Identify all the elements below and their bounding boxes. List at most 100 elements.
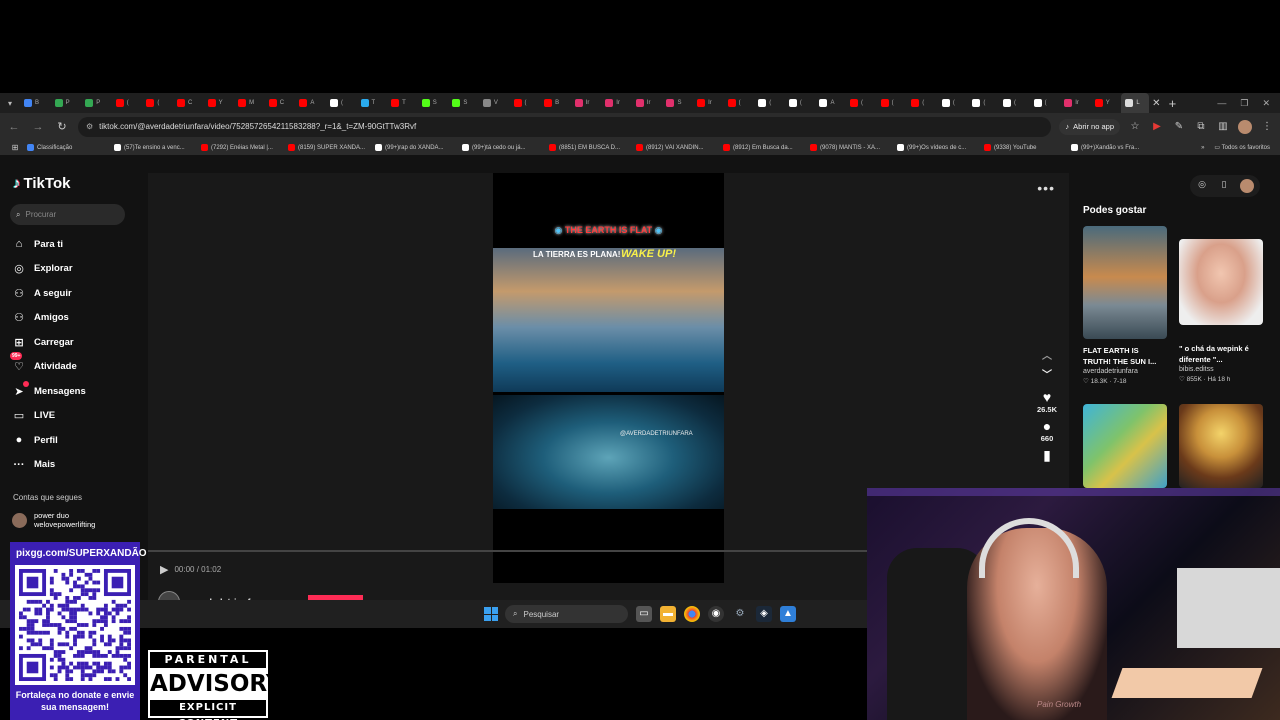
browser-tab[interactable]: (: [907, 93, 938, 113]
bookmark-item[interactable]: (99+)Os vídeos de c...: [897, 144, 977, 151]
video-frame[interactable]: ◉ THE EARTH IS FLAT ◉ LA TIERRA ES PLANA…: [493, 173, 724, 583]
bookmark-star-icon[interactable]: ☆: [1128, 120, 1142, 134]
nav-item-live[interactable]: ▭ LIVE: [12, 404, 86, 429]
bookmark-item[interactable]: (8159) SUPER XANDÃ...: [288, 144, 368, 151]
bookmark-item[interactable]: (57)Te ensino a venc...: [114, 144, 194, 151]
bookmark-item[interactable]: Classificação: [27, 144, 107, 151]
sidebar-icon[interactable]: ▥: [1216, 120, 1230, 134]
open-in-app-button[interactable]: ♪ Abrir no app: [1059, 118, 1120, 135]
nav-item-atividade[interactable]: ♡ 99+ Atividade: [10, 352, 86, 380]
browser-tab[interactable]: Ir: [601, 93, 632, 113]
browser-tab[interactable]: (: [1030, 93, 1061, 113]
browser-tab[interactable]: A: [815, 93, 846, 113]
browser-tab[interactable]: Y: [1091, 93, 1122, 113]
browser-tab[interactable]: (: [877, 93, 908, 113]
profile-avatar[interactable]: [1240, 179, 1254, 193]
comment-button[interactable]: ● 660: [1030, 418, 1064, 443]
browser-tab[interactable]: M: [234, 93, 265, 113]
chrome-icon[interactable]: [684, 606, 700, 622]
reload-icon[interactable]: ↻: [54, 120, 70, 133]
browser-tab[interactable]: (: [968, 93, 999, 113]
bookmark-item[interactable]: (8851) EM BUSCA D...: [549, 144, 629, 151]
bookmark-item[interactable]: (8912) Em Busca da...: [723, 144, 803, 151]
browser-tab[interactable]: P: [81, 93, 112, 113]
browser-tab[interactable]: P: [51, 93, 82, 113]
extension-icon[interactable]: ✎: [1172, 120, 1186, 134]
browser-tab[interactable]: (: [999, 93, 1030, 113]
nav-item-a-seguir[interactable]: ⚇ A seguir: [12, 281, 86, 306]
browser-tab[interactable]: C: [173, 93, 204, 113]
next-video-icon[interactable]: ﹀: [1042, 366, 1052, 381]
browser-tab[interactable]: Y: [204, 93, 235, 113]
phone-icon[interactable]: ▯: [1218, 179, 1230, 191]
previous-video-icon[interactable]: ︿: [1042, 347, 1052, 362]
browser-tab[interactable]: V: [479, 93, 510, 113]
nav-item-para-ti[interactable]: ⌂ Para ti: [12, 232, 86, 257]
site-info-icon[interactable]: ⚙: [86, 122, 93, 131]
new-tab-button[interactable]: +: [1163, 96, 1181, 111]
tab-search-icon[interactable]: ▾: [0, 93, 20, 113]
rec-thumbnail[interactable]: [1179, 404, 1263, 488]
more-options-icon[interactable]: •••: [1037, 180, 1055, 196]
nav-item-perfil[interactable]: ● Perfil: [12, 428, 86, 453]
browser-tab[interactable]: (: [938, 93, 969, 113]
extensions-puzzle-icon[interactable]: ⧉: [1194, 120, 1208, 134]
bookmark-item[interactable]: (9338) YouTube: [984, 144, 1064, 151]
browser-tab[interactable]: S: [448, 93, 479, 113]
forward-icon[interactable]: →: [30, 121, 46, 133]
rec-thumbnail[interactable]: [1083, 226, 1167, 339]
rec-card[interactable]: [1179, 404, 1263, 488]
browser-tab[interactable]: T: [387, 93, 418, 113]
nav-item-mais[interactable]: ··· Mais: [12, 453, 86, 478]
video-progress-bar[interactable]: [148, 550, 869, 552]
browser-tab[interactable]: (: [112, 93, 143, 113]
task-view-icon[interactable]: ▭: [636, 606, 652, 622]
nav-item-carregar[interactable]: ⊞ Carregar: [12, 330, 86, 355]
bookmark-item[interactable]: (99+)Xandão vs Fra...: [1071, 144, 1151, 151]
address-bar[interactable]: ⚙ tiktok.com/@averdadetriunfara/video/75…: [78, 116, 1052, 137]
browser-tab[interactable]: Ir: [693, 93, 724, 113]
bookmark-item[interactable]: (8912) VAI XANDIN...: [636, 144, 716, 151]
browser-tab[interactable]: (: [846, 93, 877, 113]
tiktok-logo[interactable]: ♪ TikTok: [13, 175, 70, 192]
like-button[interactable]: ♥ 26.5K: [1030, 389, 1064, 414]
browser-tab[interactable]: S: [418, 93, 449, 113]
windows-start-icon[interactable]: [484, 607, 498, 621]
rec-author[interactable]: averdadetriunfara: [1083, 368, 1167, 375]
search-input[interactable]: ⌕ Procurar: [10, 204, 125, 225]
browser-tab[interactable]: T: [357, 93, 388, 113]
browser-tab[interactable]: (: [724, 93, 755, 113]
save-button[interactable]: ▮: [1030, 447, 1064, 464]
browser-tab[interactable]: (: [510, 93, 541, 113]
obs-icon[interactable]: ◉: [708, 606, 724, 622]
apps-grid-icon[interactable]: ⊞: [8, 141, 22, 155]
browser-tab[interactable]: Ir: [571, 93, 602, 113]
browser-menu-icon[interactable]: ⋮: [1260, 120, 1274, 134]
minimize-icon[interactable]: —: [1217, 98, 1226, 109]
bookmark-item[interactable]: (9078) MANTIS - XA...: [810, 144, 890, 151]
browser-tab[interactable]: Ir: [1060, 93, 1091, 113]
rec-author[interactable]: bibis.editss: [1179, 366, 1263, 373]
close-window-icon[interactable]: ✕: [1262, 98, 1270, 109]
explore-compass-icon[interactable]: ◎: [1196, 179, 1208, 191]
play-icon[interactable]: ▶: [160, 563, 168, 576]
active-tab[interactable]: L: [1121, 93, 1150, 113]
rec-thumbnail[interactable]: [1083, 404, 1167, 488]
file-explorer-icon[interactable]: ▬: [660, 606, 676, 622]
taskbar-search[interactable]: ⌕ Pesquisar: [505, 605, 628, 623]
bookmark-item[interactable]: (99+)rap do XANDÃ...: [375, 144, 455, 151]
close-tab-icon[interactable]: ✕: [1149, 98, 1163, 109]
bookmark-item[interactable]: (99+)tá cedo ou já...: [462, 144, 542, 151]
nav-item-explorar[interactable]: ◎ Explorar: [12, 257, 86, 282]
rec-thumbnail[interactable]: [1179, 239, 1263, 325]
browser-profile-avatar[interactable]: [1238, 119, 1252, 134]
maximize-icon[interactable]: ❐: [1240, 98, 1248, 109]
rec-card[interactable]: FLAT EARTH IS TRUTH! THE SUN I... averda…: [1083, 226, 1167, 385]
browser-tab[interactable]: (: [142, 93, 173, 113]
browser-tab[interactable]: (: [785, 93, 816, 113]
rec-card[interactable]: [1083, 404, 1167, 488]
browser-tab[interactable]: A: [295, 93, 326, 113]
nav-item-amigos[interactable]: ⚇ Amigos: [12, 306, 86, 331]
browser-tab[interactable]: Ir: [632, 93, 663, 113]
settings-icon[interactable]: ⚙: [732, 606, 748, 622]
